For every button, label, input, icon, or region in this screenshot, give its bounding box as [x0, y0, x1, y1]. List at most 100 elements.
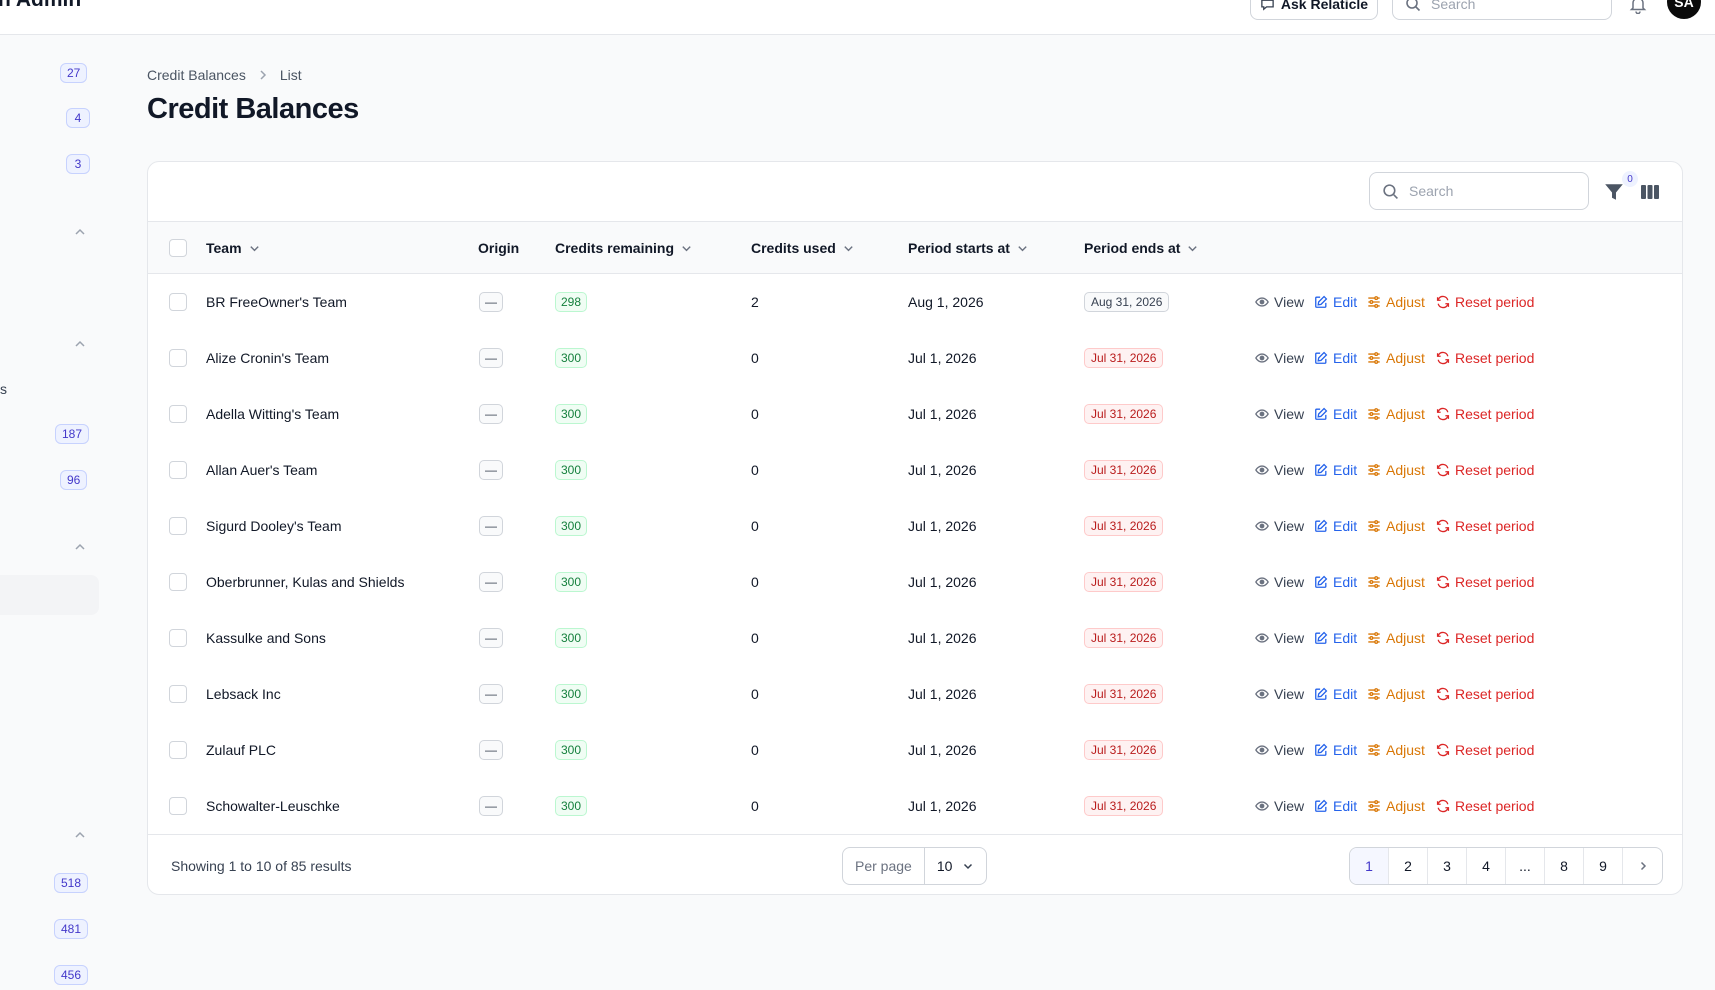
table-row[interactable]: Alize Cronin's Team — 300 0 Jul 1, 2026 … [148, 330, 1682, 386]
table-row[interactable]: Zulauf PLC — 300 0 Jul 1, 2026 Jul 31, 2… [148, 722, 1682, 778]
sliders-icon [1368, 632, 1380, 644]
column-header-credits-used[interactable]: Credits used [751, 222, 855, 274]
table-row[interactable]: Lebsack Inc — 300 0 Jul 1, 2026 Jul 31, … [148, 666, 1682, 722]
adjust-action[interactable]: Adjust [1367, 442, 1425, 498]
table-row[interactable]: Kassulke and Sons — 300 0 Jul 1, 2026 Ju… [148, 610, 1682, 666]
view-action[interactable]: View [1255, 498, 1304, 554]
edit-action[interactable]: Edit [1314, 722, 1357, 778]
app-brand[interactable]: n Admin [0, 0, 81, 12]
sidebar-item-active[interactable] [0, 575, 99, 615]
row-checkbox[interactable] [169, 741, 187, 759]
row-checkbox[interactable] [169, 797, 187, 815]
bell-icon[interactable] [1628, 0, 1648, 14]
period-end-badge: Jul 31, 2026 [1084, 796, 1164, 816]
view-action[interactable]: View [1255, 386, 1304, 442]
adjust-action[interactable]: Adjust [1367, 610, 1425, 666]
column-header-period-starts[interactable]: Period starts at [908, 222, 1029, 274]
reset-period-action[interactable]: Reset period [1436, 330, 1534, 386]
filter-icon[interactable] [1603, 181, 1625, 203]
origin-cell: — [479, 722, 503, 778]
reset-period-action[interactable]: Reset period [1436, 274, 1534, 330]
next-page-button[interactable] [1623, 848, 1662, 884]
page-button[interactable]: 1 [1350, 848, 1389, 884]
adjust-action[interactable]: Adjust [1367, 554, 1425, 610]
table-row[interactable]: Sigurd Dooley's Team — 300 0 Jul 1, 2026… [148, 498, 1682, 554]
table-row[interactable]: Oberbrunner, Kulas and Shields — 300 0 J… [148, 554, 1682, 610]
view-action[interactable]: View [1255, 610, 1304, 666]
row-checkbox[interactable] [169, 405, 187, 423]
row-checkbox[interactable] [169, 517, 187, 535]
table-row[interactable]: Allan Auer's Team — 300 0 Jul 1, 2026 Ju… [148, 442, 1682, 498]
chevron-up-icon[interactable] [73, 828, 87, 842]
ask-relaticle-button[interactable]: Ask Relaticle [1250, 0, 1378, 20]
view-action[interactable]: View [1255, 722, 1304, 778]
table-search[interactable] [1369, 172, 1589, 210]
chevron-down-icon [964, 863, 973, 870]
origin-badge: — [479, 516, 503, 536]
edit-action[interactable]: Edit [1314, 554, 1357, 610]
reset-period-action[interactable]: Reset period [1436, 666, 1534, 722]
view-action[interactable]: View [1255, 778, 1304, 834]
table-row[interactable]: Schowalter-Leuschke — 300 0 Jul 1, 2026 … [148, 778, 1682, 834]
row-checkbox[interactable] [169, 461, 187, 479]
edit-action[interactable]: Edit [1314, 330, 1357, 386]
edit-action[interactable]: Edit [1314, 666, 1357, 722]
chevron-up-icon[interactable] [73, 337, 87, 351]
adjust-action[interactable]: Adjust [1367, 330, 1425, 386]
view-action[interactable]: View [1255, 330, 1304, 386]
column-header-team[interactable]: Team [206, 222, 261, 274]
column-header-period-ends[interactable]: Period ends at [1084, 222, 1199, 274]
table-search-input[interactable] [1409, 183, 1579, 199]
edit-action[interactable]: Edit [1314, 386, 1357, 442]
columns-icon[interactable] [1640, 182, 1660, 202]
reset-period-action[interactable]: Reset period [1436, 722, 1534, 778]
sidebar-item-label[interactable]: s [0, 381, 7, 397]
reset-period-action[interactable]: Reset period [1436, 778, 1534, 834]
chevron-up-icon[interactable] [73, 540, 87, 554]
view-action[interactable]: View [1255, 666, 1304, 722]
view-action[interactable]: View [1255, 442, 1304, 498]
reset-period-action[interactable]: Reset period [1436, 442, 1534, 498]
adjust-action[interactable]: Adjust [1367, 274, 1425, 330]
period-end-badge: Jul 31, 2026 [1084, 460, 1164, 480]
reset-period-action[interactable]: Reset period [1436, 554, 1534, 610]
page-button[interactable]: 4 [1467, 848, 1506, 884]
edit-action[interactable]: Edit [1314, 498, 1357, 554]
user-avatar[interactable]: SA [1667, 0, 1701, 19]
page-button[interactable]: 3 [1428, 848, 1467, 884]
adjust-action[interactable]: Adjust [1367, 386, 1425, 442]
table-row[interactable]: Adella Witting's Team — 300 0 Jul 1, 202… [148, 386, 1682, 442]
adjust-action[interactable]: Adjust [1367, 498, 1425, 554]
page-button[interactable]: 9 [1584, 848, 1623, 884]
edit-action[interactable]: Edit [1314, 274, 1357, 330]
breadcrumb-parent-link[interactable]: Credit Balances [147, 67, 246, 83]
table-footer: Showing 1 to 10 of 85 results Per page 1… [148, 834, 1682, 894]
row-checkbox[interactable] [169, 293, 187, 311]
edit-action[interactable]: Edit [1314, 778, 1357, 834]
page-button[interactable]: 8 [1545, 848, 1584, 884]
adjust-action[interactable]: Adjust [1367, 778, 1425, 834]
view-action[interactable]: View [1255, 274, 1304, 330]
per-page-select[interactable]: 10 [925, 858, 987, 874]
table-row[interactable]: BR FreeOwner's Team — 298 2 Aug 1, 2026 … [148, 274, 1682, 330]
edit-action[interactable]: Edit [1314, 610, 1357, 666]
adjust-action[interactable]: Adjust [1367, 722, 1425, 778]
global-search-input[interactable] [1431, 0, 1591, 12]
row-checkbox[interactable] [169, 349, 187, 367]
refresh-icon [1436, 295, 1450, 309]
adjust-action[interactable]: Adjust [1367, 666, 1425, 722]
view-action[interactable]: View [1255, 554, 1304, 610]
page-button[interactable]: 2 [1389, 848, 1428, 884]
select-all-checkbox[interactable] [169, 239, 187, 257]
global-search[interactable] [1392, 0, 1612, 20]
edit-label: Edit [1333, 630, 1358, 646]
row-checkbox[interactable] [169, 573, 187, 591]
reset-period-action[interactable]: Reset period [1436, 610, 1534, 666]
column-header-credits-remaining[interactable]: Credits remaining [555, 222, 693, 274]
edit-action[interactable]: Edit [1314, 442, 1357, 498]
reset-period-action[interactable]: Reset period [1436, 386, 1534, 442]
reset-period-action[interactable]: Reset period [1436, 498, 1534, 554]
row-checkbox[interactable] [169, 685, 187, 703]
chevron-up-icon[interactable] [73, 225, 87, 239]
row-checkbox[interactable] [169, 629, 187, 647]
